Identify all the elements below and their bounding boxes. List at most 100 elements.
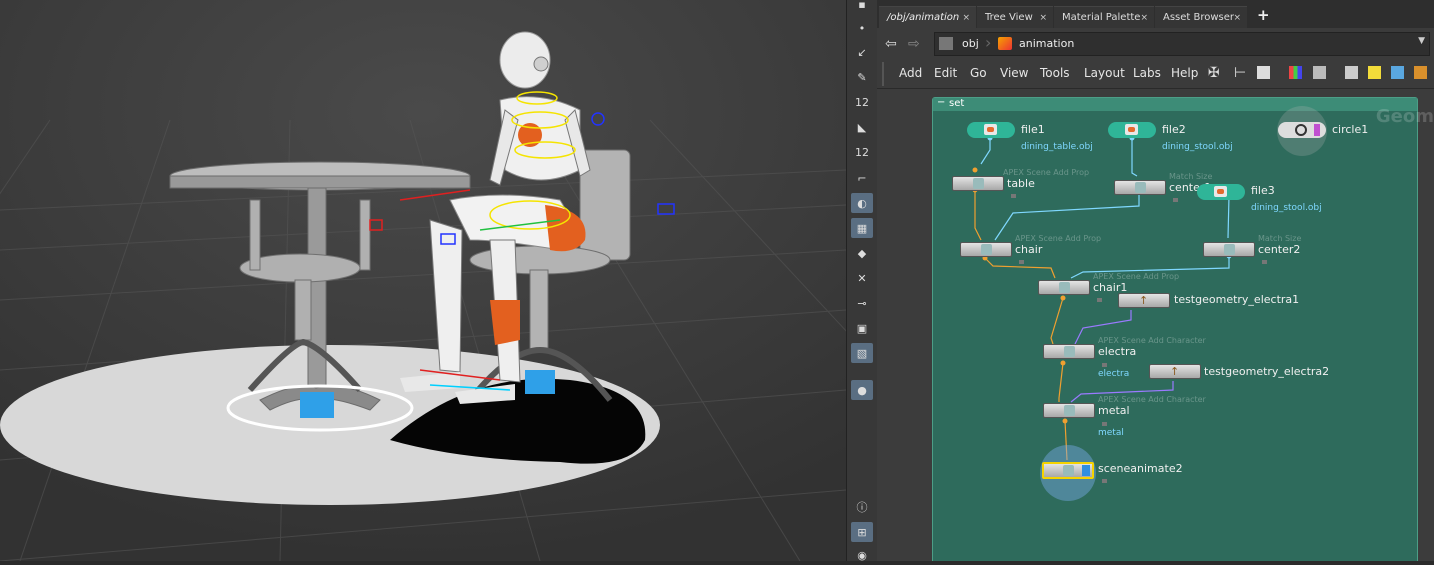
forward-arrow-icon[interactable]: ⇨ [908,36,920,52]
menu-help[interactable]: Help [1171,66,1198,80]
node-flag [1102,479,1107,483]
tab-obj-animation[interactable]: /obj/animation × [879,6,976,28]
tab-label: Tree View [985,12,1033,23]
node-label-electra: electra [1098,345,1137,358]
display-flag [1082,465,1090,476]
node-chair[interactable] [960,242,1012,257]
menu-edit[interactable]: Edit [934,66,957,80]
network-box-icon[interactable] [1345,66,1358,79]
toolbar-top-icon[interactable]: ▪ [851,0,873,14]
eye-icon[interactable]: ◉ [851,545,873,565]
node-file3[interactable] [1197,184,1245,200]
node-chair1[interactable] [1038,280,1090,295]
cube-icon[interactable]: ▣ [851,318,873,338]
node-label-table: table [1007,177,1035,190]
node-label-testgeometry-electra1: testgeometry_electra1 [1174,293,1300,306]
image-icon[interactable]: ▧ [851,343,873,363]
node-flag [1097,298,1102,302]
scene-animate-icon [1063,465,1074,476]
close-icon[interactable]: × [962,13,970,23]
menu-labs[interactable]: Labs [1133,66,1161,80]
node-label-file1: file1 [1021,123,1045,136]
viewport-toolbar: ▪ • ↙ ✎ 12 ◣ 12 ⌐ ◐ ▦ ◆ ✕ ⊸ ▣ ▧ ● ⓘ ⊞ ◉ [846,0,878,562]
network-box-set[interactable]: − set file1 dining_table.obj file2 dinin… [932,97,1418,561]
back-arrow-icon[interactable]: ⇦ [885,36,897,52]
up-arrow-icon: ↑ [1139,294,1149,307]
grid-view-icon[interactable] [1313,66,1326,79]
bundle-icon[interactable] [1414,66,1427,79]
menu-divider [882,62,884,86]
apex-node-icon [1064,346,1075,357]
up-arrow-icon: ↑ [1170,365,1180,378]
menu-add[interactable]: Add [899,66,922,80]
node-flag [1262,260,1267,264]
path-separator-icon: › [985,33,992,52]
color-palette-icon[interactable] [1289,66,1302,79]
node-sceneanimate2[interactable] [1042,462,1094,479]
add-tab-button[interactable]: + [1257,6,1270,24]
node-testgeometry-electra2[interactable]: ↑ [1149,364,1201,379]
snap-grid-icon[interactable]: 12 [851,92,873,112]
bones-icon[interactable]: ✕ [851,268,873,288]
tab-tree-view[interactable]: Tree View × [977,6,1053,28]
tree-icon[interactable]: ⊢ [1234,65,1246,81]
node-flag [1102,422,1107,426]
node-metal[interactable] [1043,403,1095,418]
file-node-icon [984,124,997,135]
network-view[interactable]: Geom − set file1 dining_table.obj file2 … [877,89,1434,561]
match-size-icon [1224,244,1235,255]
node-file2[interactable] [1108,122,1156,138]
snap-prim-icon[interactable]: 12 [851,142,873,162]
node-electra[interactable] [1043,344,1095,359]
info-icon[interactable]: ⓘ [851,497,873,517]
path-root[interactable]: obj [962,37,979,50]
node-sub-electra: electra [1098,369,1130,379]
brush-icon[interactable]: ✎ [851,67,873,87]
node-circle1[interactable] [1278,122,1326,138]
node-center1[interactable] [1114,180,1166,195]
node-testgeometry-electra1[interactable]: ↑ [1118,293,1170,308]
ghost-icon[interactable]: ◣ [851,117,873,137]
path-field[interactable]: obj › animation ▼ [934,32,1430,56]
node-file1[interactable] [967,122,1015,138]
menu-bar: Add Edit Go View Tools Layout Labs Help … [877,60,1434,89]
handle-icon[interactable]: ⊸ [851,293,873,313]
point-icon[interactable]: • [851,18,873,38]
path-current[interactable]: animation [1019,37,1074,50]
tab-material-palette[interactable]: Material Palette × [1054,6,1154,28]
node-type-chair1: APEX Scene Add Prop [1093,272,1180,281]
wrench-icon[interactable]: ✠ [1208,65,1220,81]
circle-node-icon [1295,124,1307,136]
node-flag [1011,194,1016,198]
close-icon[interactable]: × [1233,13,1241,23]
magnet-icon[interactable]: ◐ [851,193,873,213]
pen-icon[interactable]: ↙ [851,42,873,62]
node-table[interactable] [952,176,1004,191]
corner-icon[interactable]: ⌐ [851,168,873,188]
tab-bar: /obj/animation × Tree View × Material Pale… [877,0,1434,28]
layout-grid-icon[interactable]: ⊞ [851,522,873,542]
node-center2[interactable] [1203,242,1255,257]
menu-view[interactable]: View [1000,66,1028,80]
tab-label: Asset Browser [1163,12,1235,23]
menu-go[interactable]: Go [970,66,987,80]
diamond-icon[interactable]: ◆ [851,243,873,263]
sticky-note-icon[interactable] [1368,66,1381,79]
list-icon[interactable] [1257,66,1270,79]
close-icon[interactable]: × [1140,13,1148,23]
menu-layout[interactable]: Layout [1084,66,1125,80]
checker-icon[interactable]: ▦ [851,218,873,238]
3d-viewport[interactable] [0,0,846,561]
menu-tools[interactable]: Tools [1040,66,1070,80]
tab-asset-browser[interactable]: Asset Browser × [1155,6,1247,28]
apex-node-icon [1059,282,1070,293]
node-flag [1102,363,1107,367]
chevron-down-icon[interactable]: ▼ [1418,36,1425,46]
match-size-icon [1135,182,1146,193]
location-pin-icon[interactable]: ● [851,380,873,400]
close-icon[interactable]: × [1039,13,1047,23]
node-type-metal: APEX Scene Add Character [1098,395,1206,404]
node-label-sceneanimate2: sceneanimate2 [1098,462,1183,475]
node-flag [1173,198,1178,202]
image-icon[interactable] [1391,66,1404,79]
